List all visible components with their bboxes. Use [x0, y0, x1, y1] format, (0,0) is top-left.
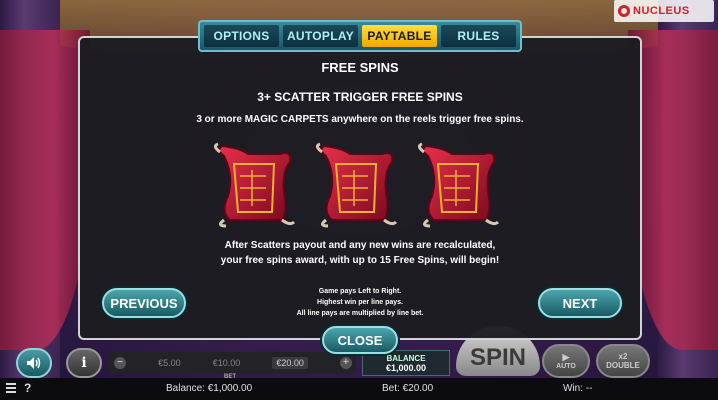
game-stage: NUCLEUS OPTIONS AUTOPLAY PAYTABLE RULES …: [0, 0, 718, 400]
tab-paytable[interactable]: PAYTABLE: [362, 25, 437, 47]
auto-button[interactable]: ▶ AUTO: [542, 344, 590, 378]
bet-increase-button[interactable]: +: [339, 357, 352, 369]
panel-subtitle: 3+ SCATTER TRIGGER FREE SPINS: [257, 90, 463, 104]
menu-tab-bar: OPTIONS AUTOPLAY PAYTABLE RULES: [198, 20, 522, 52]
logo-text: NUCLEUS: [633, 5, 690, 17]
tab-options[interactable]: OPTIONS: [204, 25, 279, 47]
magic-carpet-icon: [417, 142, 500, 228]
next-button[interactable]: NEXT: [538, 288, 622, 318]
auto-label: AUTO: [556, 363, 576, 370]
award-line-1: After Scatters payout and any new wins a…: [224, 240, 496, 251]
bet-decrease-button[interactable]: −: [114, 357, 126, 369]
award-line-2: your free spins award, with up to 15 Fre…: [220, 255, 500, 266]
bet-option[interactable]: €5.00: [158, 358, 181, 368]
status-win: Win: --: [563, 383, 593, 394]
nucleus-logo: NUCLEUS: [614, 0, 714, 22]
previous-button[interactable]: PREVIOUS: [102, 288, 186, 318]
bet-option-selected[interactable]: €20.00: [272, 357, 308, 369]
magic-carpet-icon: [213, 142, 296, 228]
panel-title: FREE SPINS: [321, 60, 399, 75]
tab-autoplay[interactable]: AUTOPLAY: [283, 25, 358, 47]
scatter-symbols: [210, 142, 500, 228]
info-button[interactable]: i: [66, 348, 102, 378]
hamburger-menu-icon[interactable]: [6, 383, 16, 393]
speaker-icon: [27, 357, 41, 369]
tab-rules[interactable]: RULES: [441, 25, 516, 47]
close-button[interactable]: CLOSE: [322, 326, 398, 354]
magic-carpet-icon: [315, 142, 398, 228]
help-icon[interactable]: ?: [24, 381, 31, 395]
sound-button[interactable]: [16, 348, 52, 378]
info-icon: i: [81, 355, 87, 371]
paytable-panel: FREE SPINS 3+ SCATTER TRIGGER FREE SPINS…: [78, 36, 642, 340]
balance-label: BALANCE: [386, 353, 426, 363]
status-balance: Balance: €1,000.00: [166, 383, 253, 394]
status-bar: ? Balance: €1,000.00 Bet: €20.00 Win: --: [0, 378, 718, 400]
play-icon: ▶: [562, 352, 570, 362]
nucleus-logo-icon: [618, 5, 630, 17]
double-button[interactable]: x2 DOUBLE: [596, 344, 650, 378]
bet-label: BET: [224, 374, 236, 380]
bet-option[interactable]: €10.00: [213, 358, 241, 368]
double-label: DOUBLE: [606, 361, 640, 370]
double-multiplier: x2: [618, 352, 628, 361]
curtain-left: [0, 30, 90, 350]
scatter-description: 3 or more MAGIC CARPETS anywhere on the …: [196, 114, 524, 125]
free-spins-award-text: After Scatters payout and any new wins a…: [80, 238, 640, 268]
bet-selector: − €5.00 €10.00 €20.00 +: [110, 352, 356, 374]
status-bet: Bet: €20.00: [382, 383, 434, 394]
balance-value: €1,000.00: [385, 362, 427, 373]
